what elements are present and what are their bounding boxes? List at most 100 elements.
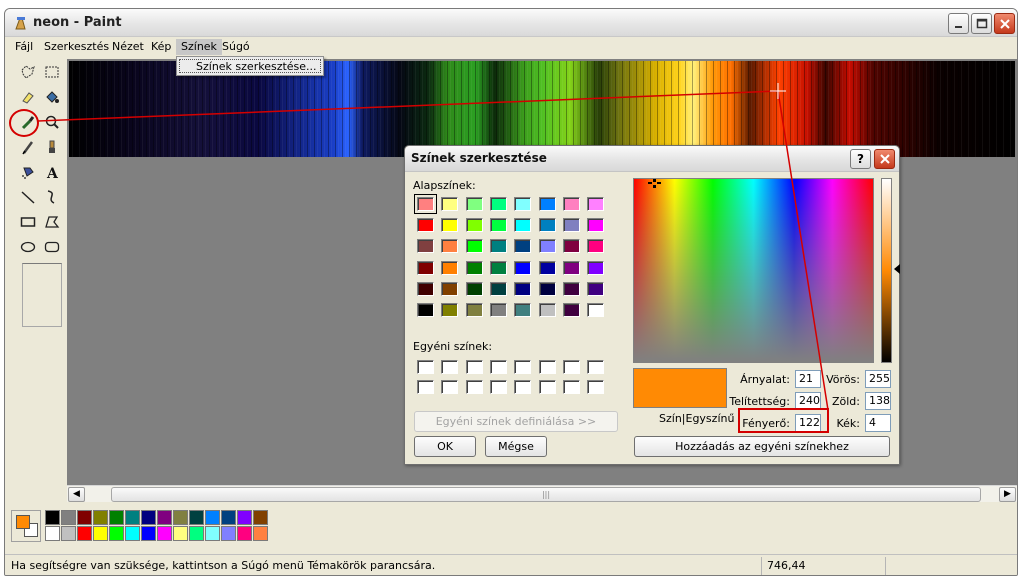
color-spectrum-picker[interactable] [633,178,874,363]
menu-image[interactable]: Kép [146,39,176,55]
basic-color-swatch[interactable] [441,197,459,211]
cancel-button[interactable]: Mégse [485,436,547,457]
palette-swatch[interactable] [77,510,92,525]
palette-swatch[interactable] [205,526,220,541]
airbrush-tool[interactable] [17,161,39,183]
basic-color-swatch[interactable] [514,239,532,254]
palette-swatch[interactable] [77,526,92,541]
green-field[interactable]: 138 [865,392,891,410]
custom-color-swatch[interactable] [489,360,507,374]
palette-swatch[interactable] [61,510,76,525]
basic-color-swatch[interactable] [465,197,483,211]
palette-swatch[interactable] [157,510,172,525]
close-button[interactable] [994,13,1015,34]
basic-color-swatch[interactable] [489,239,507,254]
edit-colors-menu-item[interactable]: Színek szerkesztése... [179,59,321,73]
dialog-title-bar[interactable]: Színek szerkesztése ? [405,146,899,172]
custom-color-swatch[interactable] [587,360,605,374]
palette-swatch[interactable] [253,510,268,525]
palette-swatch[interactable] [157,526,172,541]
palette-swatch[interactable] [205,510,220,525]
palette-swatch[interactable] [61,526,76,541]
basic-color-swatch[interactable] [514,281,532,296]
line-tool[interactable] [17,186,39,208]
polygon-tool[interactable] [41,211,63,233]
basic-color-swatch[interactable] [417,303,434,317]
custom-color-swatch[interactable] [514,380,532,394]
palette-swatch[interactable] [109,510,124,525]
basic-color-swatch[interactable] [538,218,556,233]
scroll-left-button[interactable]: ◀ [68,487,85,502]
basic-color-swatch[interactable] [514,303,532,317]
basic-color-swatch[interactable] [538,260,556,275]
menu-help[interactable]: Súgó [217,39,255,55]
ok-button[interactable]: OK [414,436,476,457]
rectangle-tool[interactable] [17,211,39,233]
palette-swatch[interactable] [141,526,156,541]
basic-color-swatch[interactable] [441,303,459,317]
basic-color-swatch[interactable] [417,218,434,233]
basic-color-swatch[interactable] [587,218,605,233]
add-to-custom-colors-button[interactable]: Hozzáadás az egyéni színekhez [634,436,890,457]
basic-color-swatch[interactable] [538,303,556,317]
basic-color-swatch[interactable] [562,239,580,254]
basic-color-swatch[interactable] [538,239,556,254]
menu-colors[interactable]: Színek [176,39,222,55]
scroll-right-button[interactable]: ▶ [999,487,1016,502]
palette-swatch[interactable] [189,526,204,541]
luminance-slider[interactable] [881,178,892,363]
basic-color-swatch[interactable] [587,260,605,275]
pencil-tool[interactable] [17,136,39,158]
free-select-tool[interactable] [17,61,39,83]
title-bar[interactable]: neon - Paint [5,9,1017,37]
dialog-help-button[interactable]: ? [850,149,871,169]
custom-color-swatch[interactable] [465,360,483,374]
palette-swatch[interactable] [237,510,252,525]
palette-swatch[interactable] [221,526,236,541]
basic-color-swatch[interactable] [489,303,507,317]
palette-swatch[interactable] [221,510,236,525]
basic-color-swatch[interactable] [514,260,532,275]
palette-swatch[interactable] [237,526,252,541]
eraser-tool[interactable] [17,86,39,108]
basic-color-swatch[interactable] [441,281,459,296]
custom-color-swatch[interactable] [465,380,483,394]
custom-color-swatch[interactable] [587,380,605,394]
palette-swatch[interactable] [109,526,124,541]
dialog-close-button[interactable] [874,149,895,169]
basic-color-swatch[interactable] [587,197,605,211]
minimize-button[interactable] [948,13,969,34]
basic-color-swatch[interactable] [538,281,556,296]
text-tool[interactable]: A [41,161,63,183]
custom-color-swatch[interactable] [489,380,507,394]
basic-color-swatch[interactable] [489,197,507,211]
basic-color-swatch[interactable] [465,260,483,275]
custom-color-swatch[interactable] [441,360,459,374]
palette-swatch[interactable] [253,526,268,541]
basic-color-swatch[interactable] [514,197,532,211]
basic-color-swatch[interactable] [441,239,459,254]
menu-edit[interactable]: Szerkesztés [39,39,114,55]
palette-swatch[interactable] [173,526,188,541]
rounded-rect-tool[interactable] [41,236,63,258]
palette-swatch[interactable] [45,526,60,541]
custom-color-swatch[interactable] [417,380,434,394]
define-custom-colors-button[interactable]: Egyéni színek definiálása >> [414,411,618,432]
basic-color-swatch[interactable] [414,194,437,214]
menu-file[interactable]: Fájl [10,39,38,55]
basic-color-swatch[interactable] [562,260,580,275]
palette-swatch[interactable] [141,510,156,525]
palette-swatch[interactable] [173,510,188,525]
palette-swatch[interactable] [93,526,108,541]
custom-color-swatch[interactable] [538,360,556,374]
custom-color-swatch[interactable] [562,380,580,394]
basic-color-swatch[interactable] [417,260,434,275]
scroll-thumb[interactable]: ||| [111,487,981,502]
fill-tool[interactable] [41,86,63,108]
maximize-button[interactable] [971,13,992,34]
custom-color-swatch[interactable] [538,380,556,394]
basic-color-swatch[interactable] [562,281,580,296]
magnifier-tool[interactable] [41,111,63,133]
basic-color-swatch[interactable] [441,260,459,275]
basic-color-swatch[interactable] [587,239,605,254]
